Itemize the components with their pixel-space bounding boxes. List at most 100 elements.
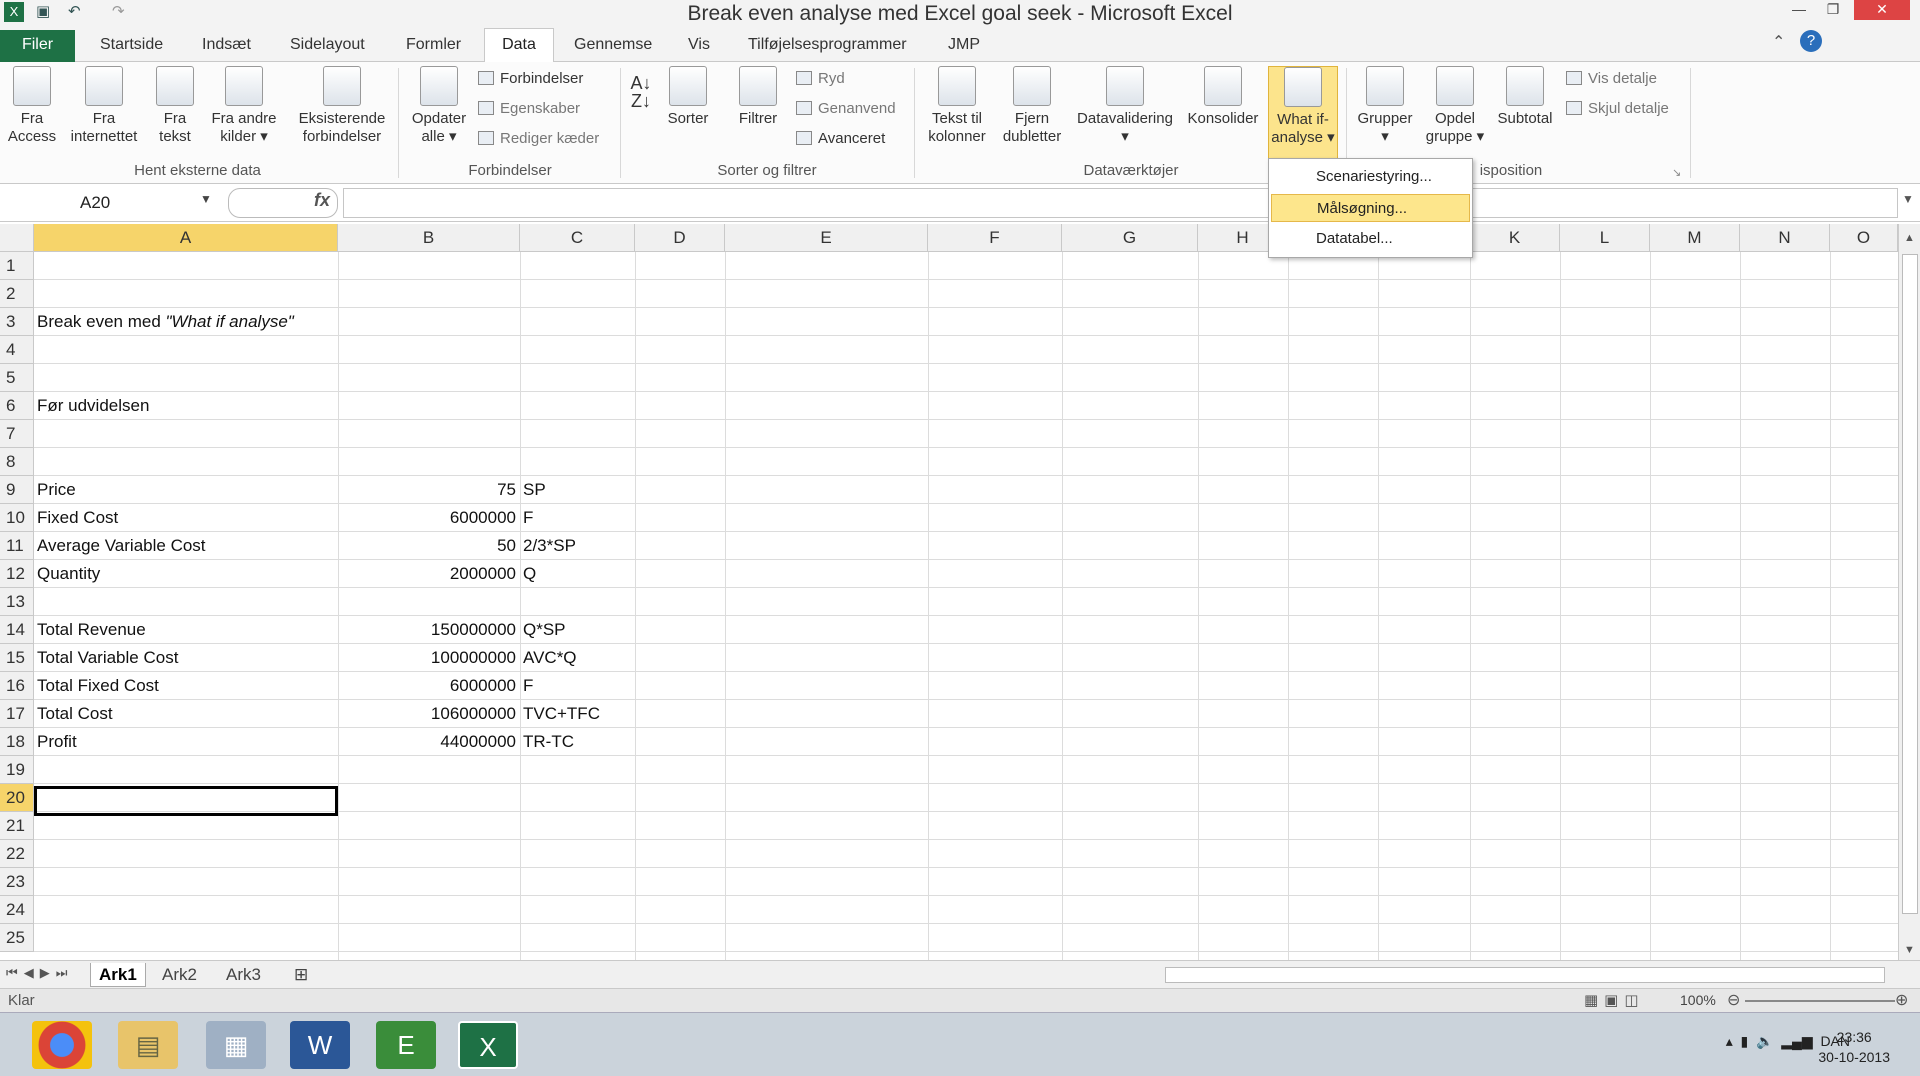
column-header[interactable]: N xyxy=(1740,224,1830,252)
show-detail-button[interactable]: Vis detalje xyxy=(1566,70,1657,87)
cell-c15[interactable]: AVC*Q xyxy=(523,644,577,672)
cell-b9[interactable]: 75 xyxy=(338,476,516,504)
insert-sheet-icon[interactable]: ⊞ xyxy=(286,963,316,987)
help-icon[interactable]: ? xyxy=(1800,30,1822,52)
horizontal-scrollbar[interactable] xyxy=(1165,967,1885,983)
scroll-thumb[interactable] xyxy=(1902,254,1918,914)
row-header[interactable]: 5 xyxy=(0,364,34,392)
what-if-analysis-button[interactable]: What if-analyse ▾ xyxy=(1268,66,1338,160)
sort-az-icon[interactable]: A↓ Z↓ xyxy=(628,74,654,110)
row-header[interactable]: 10 xyxy=(0,504,34,532)
tab-page-layout[interactable]: Sidelayout xyxy=(290,36,365,54)
hide-detail-button[interactable]: Skjul detalje xyxy=(1566,100,1669,117)
row-header[interactable]: 1 xyxy=(0,252,34,280)
subtotal-button[interactable]: Subtotal xyxy=(1490,66,1560,128)
row-header[interactable]: 14 xyxy=(0,616,34,644)
tab-insert[interactable]: Indsæt xyxy=(202,36,251,54)
scroll-up-icon[interactable]: ▲ xyxy=(1904,232,1915,244)
text-to-columns-button[interactable]: Tekst til kolonner xyxy=(920,66,994,146)
chrome-icon[interactable] xyxy=(32,1021,92,1069)
refresh-all-button[interactable]: Opdater alle ▾ xyxy=(404,66,474,146)
from-web-button[interactable]: Fra internettet xyxy=(62,66,146,146)
scroll-down-icon[interactable]: ▼ xyxy=(1904,944,1915,956)
remove-duplicates-button[interactable]: Fjern dubletter xyxy=(996,66,1068,146)
cell-b14[interactable]: 150000000 xyxy=(338,616,516,644)
connections-button[interactable]: Forbindelser xyxy=(478,70,583,87)
calculator-icon[interactable]: ▦ xyxy=(206,1021,266,1069)
row-header[interactable]: 8 xyxy=(0,448,34,476)
vertical-scrollbar[interactable]: ▲ ▼ xyxy=(1898,224,1920,960)
clear-filter-button[interactable]: Ryd xyxy=(796,70,845,87)
tab-addins[interactable]: Tilføjelsesprogrammer xyxy=(748,36,907,54)
row-header[interactable]: 12 xyxy=(0,560,34,588)
from-text-button[interactable]: Fra tekst xyxy=(150,66,200,146)
dialog-launcher-icon[interactable]: ↘ xyxy=(1672,166,1681,179)
cell-b16[interactable]: 6000000 xyxy=(338,672,516,700)
row-header[interactable]: 20 xyxy=(0,784,34,812)
tab-formulas[interactable]: Formler xyxy=(406,36,461,54)
column-header[interactable]: O xyxy=(1830,224,1898,252)
column-header[interactable]: M xyxy=(1650,224,1740,252)
cell-b17[interactable]: 106000000 xyxy=(338,700,516,728)
tab-review[interactable]: Gennemse xyxy=(574,36,652,54)
row-header[interactable]: 25 xyxy=(0,924,34,952)
advanced-filter-button[interactable]: Avanceret xyxy=(796,130,885,147)
column-header[interactable]: B xyxy=(338,224,520,252)
row-header[interactable]: 3 xyxy=(0,308,34,336)
data-validation-button[interactable]: Datavalidering ▾ xyxy=(1070,66,1180,146)
formula-input[interactable] xyxy=(343,188,1898,218)
row-header[interactable]: 16 xyxy=(0,672,34,700)
cell-b10[interactable]: 6000000 xyxy=(338,504,516,532)
cell-a3[interactable]: Break even med "What if analyse" xyxy=(37,308,294,336)
scenario-manager-item[interactable]: Scenariestyring... xyxy=(1271,163,1470,191)
row-header[interactable]: 22 xyxy=(0,840,34,868)
tab-jmp[interactable]: JMP xyxy=(948,36,980,54)
properties-button[interactable]: Egenskaber xyxy=(478,100,580,117)
zoom-slider[interactable] xyxy=(1745,1000,1895,1002)
sheet-nav-icon[interactable]: ⏮◀▶⏭ xyxy=(6,965,73,981)
cell-a11[interactable]: Average Variable Cost xyxy=(37,532,206,560)
select-all-corner[interactable] xyxy=(0,224,34,252)
cell-a9[interactable]: Price xyxy=(37,476,76,504)
tab-home[interactable]: Startside xyxy=(100,36,163,54)
row-header[interactable]: 7 xyxy=(0,420,34,448)
zoom-level[interactable]: 100% xyxy=(1680,992,1716,1008)
row-header[interactable]: 4 xyxy=(0,336,34,364)
cell-b15[interactable]: 100000000 xyxy=(338,644,516,672)
row-header[interactable]: 6 xyxy=(0,392,34,420)
ribbon-collapse-icon[interactable]: ⌃ xyxy=(1772,32,1785,52)
reapply-button[interactable]: Genanvend xyxy=(796,100,896,117)
column-header[interactable]: D xyxy=(635,224,725,252)
cell-c12[interactable]: Q xyxy=(523,560,536,588)
column-header[interactable]: K xyxy=(1470,224,1560,252)
column-header[interactable]: A xyxy=(34,224,338,252)
cell-b18[interactable]: 44000000 xyxy=(338,728,516,756)
expand-formula-icon[interactable]: ▼ xyxy=(1902,192,1914,206)
from-other-sources-button[interactable]: Fra andre kilder ▾ xyxy=(204,66,284,146)
row-header[interactable]: 2 xyxy=(0,280,34,308)
column-header[interactable]: F xyxy=(928,224,1062,252)
cell-a17[interactable]: Total Cost xyxy=(37,700,113,728)
row-header[interactable]: 18 xyxy=(0,728,34,756)
tab-file[interactable]: Filer xyxy=(0,30,75,62)
insert-function-icon[interactable]: fx xyxy=(314,190,330,211)
data-table-item[interactable]: Datatabel... xyxy=(1271,225,1470,253)
ungroup-button[interactable]: Opdel gruppe ▾ xyxy=(1420,66,1490,146)
cell-a12[interactable]: Quantity xyxy=(37,560,100,588)
column-header[interactable]: G xyxy=(1062,224,1198,252)
word-icon[interactable]: W xyxy=(290,1021,350,1069)
filter-button[interactable]: Filtrer xyxy=(730,66,786,128)
worksheet-grid[interactable]: A B C D E F G H I J K L M N O 1234567891… xyxy=(0,224,1898,960)
edit-links-button[interactable]: Rediger kæder xyxy=(478,130,599,147)
row-header[interactable]: 9 xyxy=(0,476,34,504)
existing-connections-button[interactable]: Eksisterende forbindelser xyxy=(294,66,390,146)
cell-a14[interactable]: Total Revenue xyxy=(37,616,146,644)
cell-b11[interactable]: 50 xyxy=(338,532,516,560)
cell-a6[interactable]: Før udvidelsen xyxy=(37,392,149,420)
cell-a18[interactable]: Profit xyxy=(37,728,77,756)
sheet-tab-ark2[interactable]: Ark2 xyxy=(154,963,205,987)
sheet-tab-ark3[interactable]: Ark3 xyxy=(218,963,269,987)
zoom-out-icon[interactable]: ⊖ xyxy=(1727,990,1740,1010)
name-box[interactable]: A20 xyxy=(0,188,220,218)
from-access-button[interactable]: Fra Access xyxy=(6,66,58,146)
